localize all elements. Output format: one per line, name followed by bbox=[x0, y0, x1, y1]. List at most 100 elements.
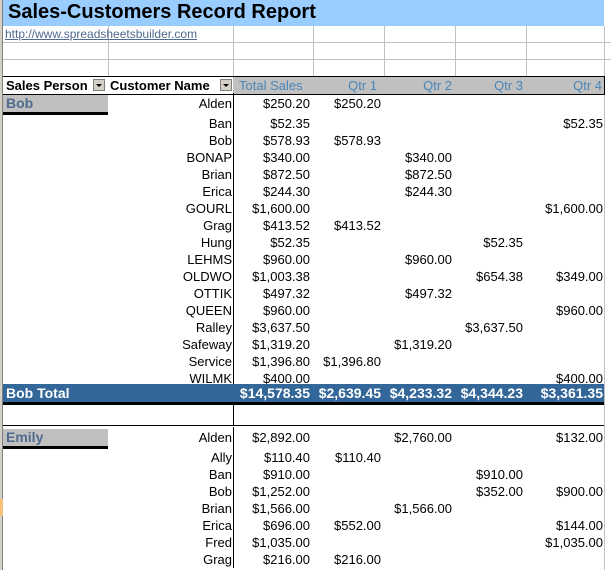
total-row-underline bbox=[3, 402, 604, 405]
customer-name-cell: Service bbox=[188, 354, 232, 369]
table-header-row: Sales Person Customer Name Total Sales Q… bbox=[3, 76, 605, 95]
customer-name-cell: Ally bbox=[211, 450, 232, 465]
qtr4-cell[interactable]: $52.35 bbox=[525, 115, 603, 132]
customer-name-cell: Erica bbox=[202, 184, 232, 199]
customer-name-cell: Grag bbox=[203, 218, 232, 233]
customer-name-cell: OTTIK bbox=[193, 286, 232, 301]
qtr1-cell[interactable]: $1,396.80 bbox=[311, 353, 381, 370]
qtr1-cell[interactable]: $552.00 bbox=[311, 517, 381, 534]
total-sales-cell[interactable]: $497.32 bbox=[235, 285, 310, 302]
customer-name-cell: OLDWO bbox=[182, 269, 232, 284]
header-qtr4: Qtr 4 bbox=[573, 78, 602, 93]
total-sales-cell[interactable]: $1,396.80 bbox=[235, 353, 310, 370]
qtr3-cell[interactable]: $654.38 bbox=[453, 268, 523, 285]
gridline bbox=[233, 26, 234, 76]
qtr4-cell[interactable]: $144.00 bbox=[525, 517, 603, 534]
header-qtr3: Qtr 3 bbox=[494, 78, 523, 93]
total-sales-cell[interactable]: $250.20 bbox=[235, 95, 310, 112]
total-sales-cell[interactable]: $910.00 bbox=[235, 466, 310, 483]
total-sales-cell[interactable]: $1,319.20 bbox=[235, 336, 310, 353]
customer-name-cell: Bob bbox=[208, 133, 232, 148]
sales-person-label[interactable]: Bob bbox=[3, 95, 108, 112]
customer-name-cell: Alden bbox=[198, 96, 232, 111]
person-total-label: Bob Total bbox=[6, 385, 70, 401]
qtr1-cell[interactable]: $250.20 bbox=[311, 95, 381, 112]
total-sales-cell[interactable]: $872.50 bbox=[235, 166, 310, 183]
total-sales-cell[interactable]: $696.00 bbox=[235, 517, 310, 534]
qtr2-cell[interactable]: $1,566.00 bbox=[382, 500, 452, 517]
customer-name-cell: Ralley bbox=[195, 320, 232, 335]
qtr2-cell[interactable]: $340.00 bbox=[382, 149, 452, 166]
gridline bbox=[526, 26, 527, 76]
website-link[interactable]: http://www.spreadsheetsbuilder.com bbox=[5, 27, 197, 41]
customer-name-cell: GOURL bbox=[185, 201, 232, 216]
total-sales-cell[interactable]: $3,637.50 bbox=[235, 319, 310, 336]
title-bar: Sales-Customers Record Report bbox=[3, 0, 604, 26]
total-sales-cell[interactable]: $340.00 bbox=[235, 149, 310, 166]
qtr4-cell[interactable]: $1,035.00 bbox=[525, 534, 603, 551]
qtr4-cell[interactable]: $132.00 bbox=[525, 429, 603, 446]
selected-row-header[interactable] bbox=[0, 499, 3, 516]
gridline bbox=[455, 26, 456, 76]
customer-name-filter-dropdown[interactable] bbox=[220, 79, 232, 91]
qtr3-cell[interactable]: $3,637.50 bbox=[453, 319, 523, 336]
total-sales-cell[interactable]: $960.00 bbox=[235, 251, 310, 268]
customer-name-cell: Brian bbox=[201, 501, 232, 516]
gridline bbox=[3, 42, 611, 43]
total-qtr3-cell: $4,344.23 bbox=[460, 385, 523, 401]
qtr1-cell[interactable]: $216.00 bbox=[311, 551, 381, 568]
qtr1-cell[interactable]: $110.40 bbox=[311, 449, 381, 466]
sales-person-underline bbox=[3, 446, 108, 449]
total-sales-cell[interactable]: $244.30 bbox=[235, 183, 310, 200]
column-divider bbox=[233, 427, 234, 568]
qtr4-cell[interactable]: $960.00 bbox=[525, 302, 603, 319]
gridline bbox=[384, 26, 385, 76]
customer-name-cell: Erica bbox=[202, 518, 232, 533]
header-customer-name: Customer Name bbox=[110, 78, 210, 93]
total-sales-cell[interactable]: $1,003.38 bbox=[235, 268, 310, 285]
qtr4-cell[interactable]: $900.00 bbox=[525, 483, 603, 500]
customer-name-cell: Safeway bbox=[182, 337, 232, 352]
qtr1-cell[interactable]: $413.52 bbox=[311, 217, 381, 234]
qtr2-cell[interactable]: $2,760.00 bbox=[382, 429, 452, 446]
qtr2-cell[interactable]: $244.30 bbox=[382, 183, 452, 200]
total-sales-cell[interactable]: $1,566.00 bbox=[235, 500, 310, 517]
total-sales-cell[interactable]: $216.00 bbox=[235, 551, 310, 568]
customer-name-cell: Fred bbox=[205, 535, 232, 550]
qtr3-cell[interactable]: $52.35 bbox=[453, 234, 523, 251]
gridline bbox=[313, 26, 314, 76]
qtr1-cell[interactable]: $578.93 bbox=[311, 132, 381, 149]
report-title: Sales-Customers Record Report bbox=[8, 1, 316, 23]
sales-person-filter-dropdown[interactable] bbox=[93, 79, 105, 91]
qtr2-cell[interactable]: $1,319.20 bbox=[382, 336, 452, 353]
total-sales-cell[interactable]: $2,892.00 bbox=[235, 429, 310, 446]
group-separator-line bbox=[3, 425, 604, 426]
total-sales-cell[interactable]: $1,600.00 bbox=[235, 200, 310, 217]
customer-name-cell: QUEEN bbox=[185, 303, 232, 318]
customer-name-cell: Ban bbox=[208, 116, 232, 131]
total-sales-cell[interactable]: $578.93 bbox=[235, 132, 310, 149]
total-sales-cell[interactable]: $413.52 bbox=[235, 217, 310, 234]
customer-name-cell: BONAP bbox=[186, 150, 232, 165]
qtr3-cell[interactable]: $352.00 bbox=[453, 483, 523, 500]
person-total-row[interactable]: Bob Total $14,578.35 $2,639.45 $4,233.32 $4,… bbox=[3, 384, 604, 402]
gridline bbox=[3, 59, 611, 60]
sales-person-label[interactable]: Emily bbox=[3, 429, 108, 446]
total-sales-cell[interactable]: $110.40 bbox=[235, 449, 310, 466]
total-sales-cell[interactable]: $1,035.00 bbox=[235, 534, 310, 551]
customer-name-cell: Alden bbox=[198, 430, 232, 445]
qtr4-cell[interactable]: $1,600.00 bbox=[525, 200, 603, 217]
qtr2-cell[interactable]: $960.00 bbox=[382, 251, 452, 268]
total-sales-cell[interactable]: $1,252.00 bbox=[235, 483, 310, 500]
total-sales-cell[interactable]: $960.00 bbox=[235, 302, 310, 319]
qtr4-cell[interactable]: $349.00 bbox=[525, 268, 603, 285]
customer-name-cell: Brian bbox=[201, 167, 232, 182]
total-sales-cell[interactable]: $52.35 bbox=[235, 234, 310, 251]
qtr2-cell[interactable]: $497.32 bbox=[382, 285, 452, 302]
customer-name-cell: Hung bbox=[200, 235, 232, 250]
qtr2-cell[interactable]: $872.50 bbox=[382, 166, 452, 183]
customer-name-cell: Grag bbox=[203, 552, 232, 567]
qtr3-cell[interactable]: $910.00 bbox=[453, 466, 523, 483]
total-qtr1-cell: $2,639.45 bbox=[318, 385, 381, 401]
total-sales-cell[interactable]: $52.35 bbox=[235, 115, 310, 132]
